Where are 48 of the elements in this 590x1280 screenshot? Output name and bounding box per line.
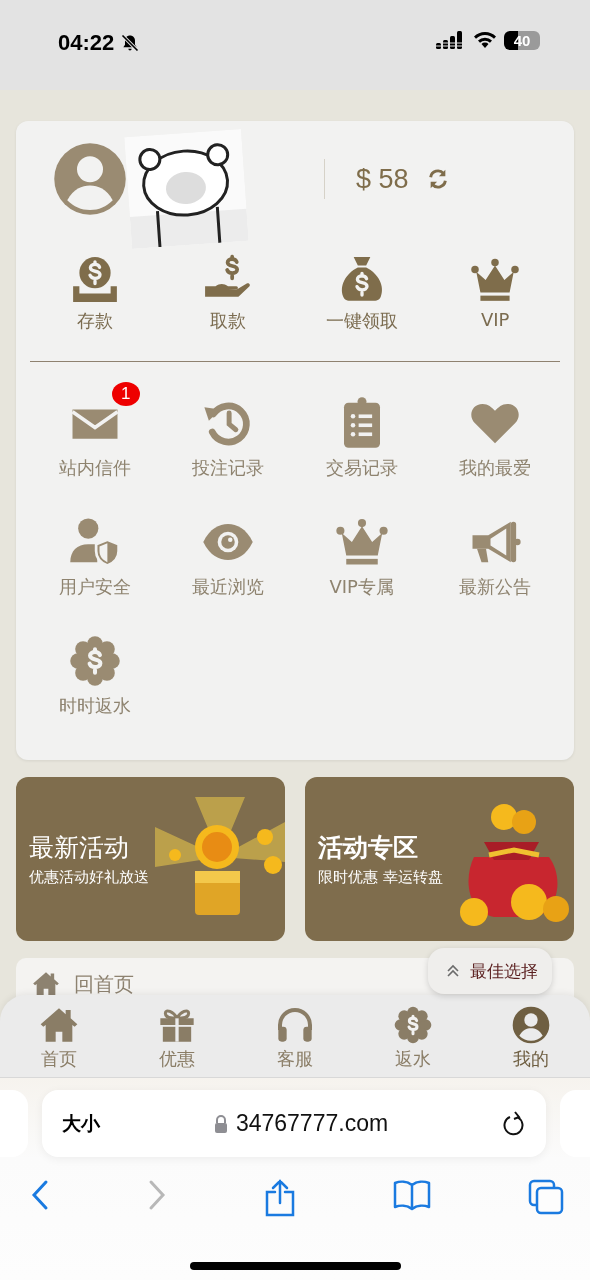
dollar-badge-icon (393, 1005, 433, 1045)
wifi-icon (472, 30, 498, 50)
menu-item[interactable]: VIP专属 (295, 503, 429, 599)
banner-subtitle: 优惠活动好礼放送 (29, 868, 150, 887)
best-choice-button[interactable]: 最佳选择 (428, 948, 552, 994)
menu-item[interactable]: 我的最爱 (428, 384, 562, 480)
banner-subtitle: 限时优惠 幸运转盘 (318, 868, 444, 887)
banner-title: 活动专区 (318, 832, 419, 864)
promo-banner[interactable]: 活动专区 限时优惠 幸运转盘 (305, 777, 574, 941)
share-icon[interactable] (264, 1179, 296, 1217)
book-icon[interactable] (393, 1179, 431, 1211)
lock-icon (213, 1114, 228, 1133)
quick-action[interactable]: VIP (428, 255, 562, 333)
bell-slash-icon (120, 33, 141, 53)
balance-amount: $ 58 (356, 163, 409, 195)
tab[interactable]: 优惠 (118, 995, 236, 1077)
banner-title: 最新活动 (29, 832, 130, 864)
menu-item[interactable]: 交易记录 (295, 384, 429, 480)
menu-item[interactable]: 最新公告 (428, 503, 562, 599)
dollar-badge-icon (67, 634, 122, 688)
reload-icon[interactable] (502, 1110, 526, 1137)
user-icon (511, 1005, 551, 1045)
quick-action[interactable]: 取款 (161, 255, 295, 333)
tabs-icon[interactable] (528, 1179, 564, 1215)
headphones-icon (275, 1005, 315, 1045)
menu-item[interactable]: 1 站内信件 (28, 384, 162, 480)
menu-item[interactable]: 用户安全 (28, 503, 162, 599)
menu-item[interactable]: 最近浏览 (161, 503, 295, 599)
tab[interactable]: 我的 (472, 995, 590, 1077)
back-icon[interactable] (30, 1179, 50, 1211)
quick-action[interactable]: 存款 (28, 255, 162, 333)
text-size-button[interactable]: 大小 (62, 1110, 100, 1137)
address-bar[interactable]: 大小 34767777.com (42, 1090, 546, 1157)
avatar-icon (51, 140, 129, 218)
clock-time: 04:22 (58, 30, 115, 56)
notification-badge: 1 (111, 382, 140, 406)
home-link[interactable]: 回首页 (16, 958, 134, 998)
tab[interactable]: 首页 (0, 995, 118, 1077)
menu-item[interactable]: 投注记录 (161, 384, 295, 480)
menu-item[interactable]: 时时返水 (28, 622, 162, 718)
promo-banner[interactable]: 最新活动 优惠活动好礼放送 (16, 777, 285, 941)
tab[interactable]: 返水 (354, 995, 472, 1077)
url-text: 34767777.com (235, 1110, 389, 1137)
quick-action[interactable]: 一键领取 (295, 255, 429, 333)
house-icon (32, 970, 60, 998)
refresh-icon[interactable] (426, 168, 449, 190)
tab[interactable]: 客服 (236, 995, 354, 1077)
double-chevron-up-icon (446, 964, 460, 978)
